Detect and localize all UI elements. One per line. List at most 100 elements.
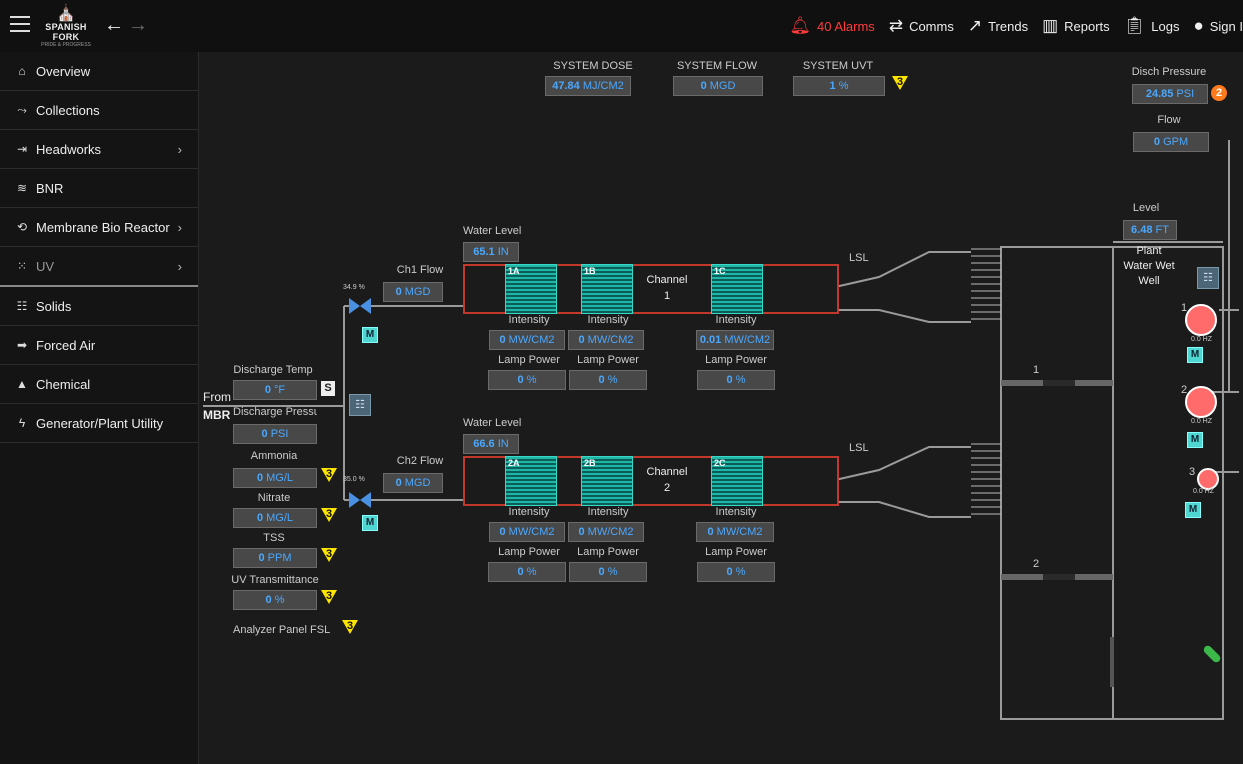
wetwell-label: Plant	[1136, 245, 1162, 257]
value: 0	[578, 526, 585, 538]
reports-button[interactable]: ▥ Reports	[1042, 16, 1110, 36]
pump-3-mode-badge[interactable]: M	[1185, 502, 1201, 518]
value: 0	[726, 566, 733, 578]
channel-name: Channel	[646, 274, 688, 286]
value: 47.84	[552, 80, 580, 92]
system-flow-value: 0 MGD	[673, 76, 763, 96]
sidebar-item-overview[interactable]: ⌂ Overview	[0, 52, 198, 91]
pump-3-icon[interactable]	[1197, 468, 1219, 490]
ch1-flow-label: Ch1 Flow	[396, 264, 444, 276]
pump-2-icon[interactable]	[1185, 386, 1217, 418]
pump-2-mode-badge[interactable]: M	[1187, 432, 1203, 448]
chevron-right-icon: ›	[177, 219, 182, 235]
sidebar-item-uv[interactable]: ⁙ UV ›	[0, 247, 198, 287]
sensor-badge[interactable]: S	[321, 381, 335, 396]
comms-button[interactable]: ⇄ Comms	[889, 16, 954, 36]
lamp-bank-2b[interactable]: 2B	[581, 456, 633, 506]
waves-icon: ≋	[16, 181, 28, 195]
ch1-flow-value: 0 MGD	[383, 282, 443, 302]
intensity-2a-value: 0 MW/CM2	[489, 522, 565, 542]
forward-arrow-icon[interactable]: →	[128, 14, 148, 36]
value: 0	[707, 526, 714, 538]
mode-badge[interactable]: M	[362, 327, 378, 343]
unit: IN	[497, 246, 509, 258]
value: 0	[256, 472, 264, 484]
wetwell-control-icon[interactable]: ☷	[1197, 267, 1219, 289]
pump-1-icon[interactable]	[1185, 304, 1217, 336]
collections-icon: ⤳	[17, 102, 27, 117]
sidebar-item-solids[interactable]: ☷ Solids	[0, 287, 198, 326]
solids-icon: ☷	[16, 299, 28, 313]
sidebar-item-collections[interactable]: ⤳ Collections	[0, 91, 198, 130]
level-value: 6.48 FT	[1123, 220, 1177, 240]
unit: %	[274, 594, 285, 606]
alarm-count-badge[interactable]: 2	[1211, 85, 1227, 101]
green-indicator[interactable]	[1202, 644, 1222, 664]
value: 0.01	[699, 334, 722, 346]
sidebar-item-forced-air[interactable]: ➡ Forced Air	[0, 326, 198, 365]
lamp-bank-1c[interactable]: 1C	[711, 264, 763, 314]
lamp-power-label: Lamp Power	[577, 354, 639, 366]
back-arrow-icon[interactable]: ←	[104, 14, 124, 36]
mode-badge[interactable]: M	[362, 515, 378, 531]
sidebar-item-headworks[interactable]: ⇥ Headworks ›	[0, 130, 198, 169]
unit: %	[735, 374, 746, 386]
value: 0	[726, 374, 733, 386]
pump-1-mode-badge[interactable]: M	[1187, 347, 1203, 363]
value: 0	[395, 477, 402, 489]
ammonia-label: Ammonia	[250, 450, 298, 462]
menu-icon[interactable]	[10, 16, 30, 32]
unit: MW/CM2	[724, 334, 771, 346]
unit: MGD	[404, 477, 431, 489]
lamp-label: 1C	[714, 266, 726, 276]
lamp-power-1c-value: 0 %	[697, 370, 775, 390]
intensity-label: Intensity	[715, 314, 757, 326]
lamp-power-2c-value: 0 %	[697, 562, 775, 582]
value: 0	[700, 80, 707, 92]
lamp-bank-1b[interactable]: 1B	[581, 264, 633, 314]
clipboard-icon: 📋︎	[1123, 16, 1146, 35]
sidebar-item-bnr[interactable]: ≋ BNR	[0, 169, 198, 208]
bell-icon: 🔔︎	[789, 16, 811, 35]
lamp-power-label: Lamp Power	[577, 546, 639, 558]
login-icon: ⇥	[16, 142, 28, 156]
sidebar-item-label: UV	[36, 258, 55, 274]
unit: %	[735, 566, 746, 578]
sidebar-item-label: Membrane Bio Reactor	[36, 219, 170, 235]
channel-name: Channel	[646, 466, 688, 478]
sidebar-item-label: Chemical	[36, 376, 91, 392]
logs-label: Logs	[1151, 18, 1180, 34]
system-flow-label: SYSTEM FLOW	[676, 60, 758, 72]
value: 0	[395, 286, 402, 298]
valve-ch1[interactable]	[349, 298, 360, 314]
valve-ch1-position: 34.9 %	[343, 284, 365, 291]
lamp-power-2b-value: 0 %	[569, 562, 647, 582]
home-icon: ⌂	[18, 64, 26, 78]
signin-button[interactable]: ● Sign I	[1193, 16, 1243, 36]
swap-arrows-icon: ⇄	[888, 16, 904, 35]
lamp-label: 2B	[584, 458, 596, 468]
sidebar-item-label: Collections	[36, 102, 100, 118]
alarms-button[interactable]: 🔔︎ 40 Alarms	[789, 16, 874, 36]
trends-button[interactable]: ↗ Trends	[968, 16, 1028, 36]
logo[interactable]: ⛪ SPANISH FORK PRIDE & PROGRESS	[34, 6, 98, 49]
system-uvt-value: 1 %	[793, 76, 885, 96]
valve-ch2[interactable]	[349, 492, 360, 508]
logs-button[interactable]: 📋︎ Logs	[1124, 16, 1180, 36]
unit: %	[607, 566, 618, 578]
lamp-power-label: Lamp Power	[498, 546, 560, 558]
value: 0	[258, 552, 265, 564]
ch2-water-level-value: 66.6 IN	[463, 434, 519, 454]
lamp-bank-2c[interactable]: 2C	[711, 456, 763, 506]
lamp-bank-1a[interactable]: 1A	[505, 264, 557, 314]
grid-icon: ⁙	[16, 259, 28, 273]
unit: MW/CM2	[587, 334, 634, 346]
sidebar-item-membrane-bio-reactor[interactable]: ⟲ Membrane Bio Reactor ›	[0, 208, 198, 247]
flow-control-icon[interactable]: ☷	[349, 394, 371, 416]
lamp-bank-2a[interactable]: 2A	[505, 456, 557, 506]
intensity-1b-value: 0 MW/CM2	[568, 330, 644, 350]
sidebar-item-chemical[interactable]: ▲ Chemical	[0, 365, 198, 404]
sidebar-item-generator[interactable]: ϟ Generator/Plant Utility	[0, 404, 198, 443]
intensity-label: Intensity	[508, 506, 550, 518]
logo-tag: PRIDE & PROGRESS	[41, 42, 91, 48]
